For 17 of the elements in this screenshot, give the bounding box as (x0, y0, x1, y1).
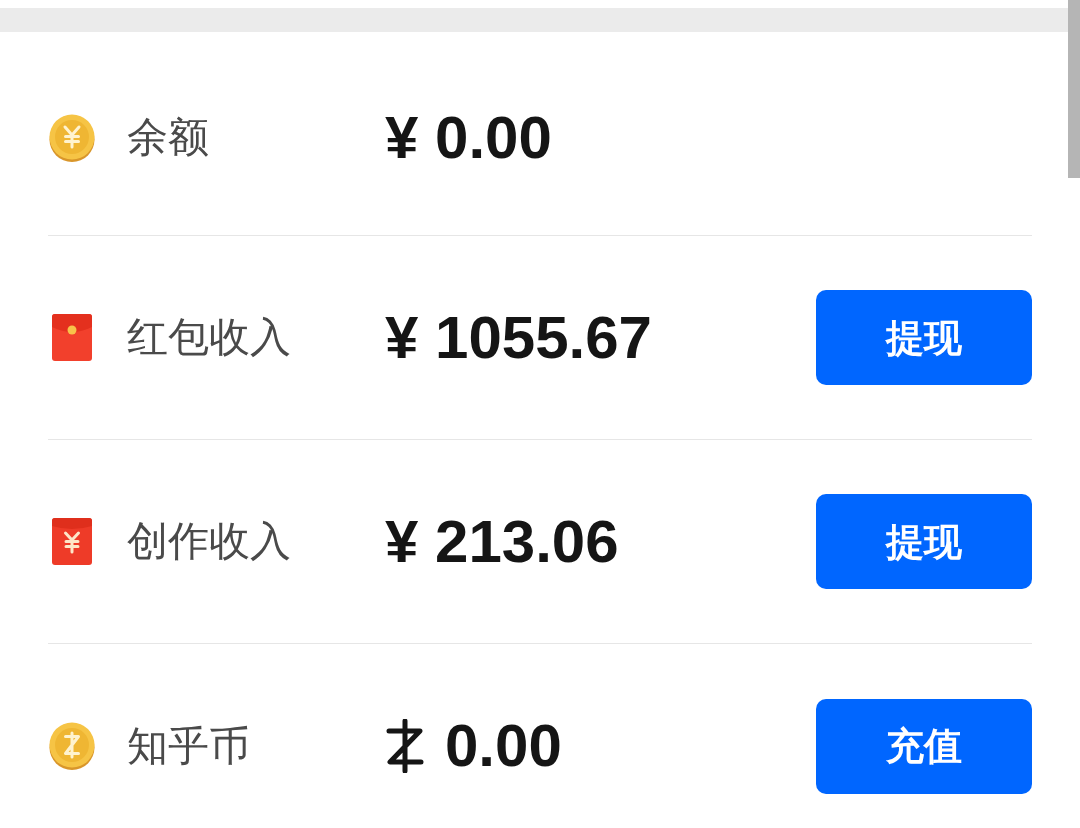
row-label: 知乎币 (127, 725, 251, 767)
coin-icon (48, 113, 96, 162)
amount-value: ¥ 0.00 (385, 107, 552, 168)
row-label: 余额 (127, 117, 210, 158)
envelope-icon (52, 518, 92, 565)
scrollbar-thumb[interactable] (1068, 0, 1080, 178)
currency-symbol-icon (385, 719, 425, 773)
action-button[interactable]: 提现 (816, 494, 1032, 589)
row-label: 创作收入 (127, 521, 292, 562)
action-button[interactable]: 提现 (816, 290, 1032, 385)
amount-value: ¥ 213.06 (385, 511, 619, 572)
amount-value: ¥ 1055.67 (385, 307, 652, 368)
row-label: 红包收入 (127, 317, 292, 358)
envelope-icon (52, 314, 92, 361)
amount-value: 0.00 (445, 716, 562, 776)
coin-icon (48, 722, 96, 770)
action-button[interactable]: 充值 (816, 698, 1032, 794)
